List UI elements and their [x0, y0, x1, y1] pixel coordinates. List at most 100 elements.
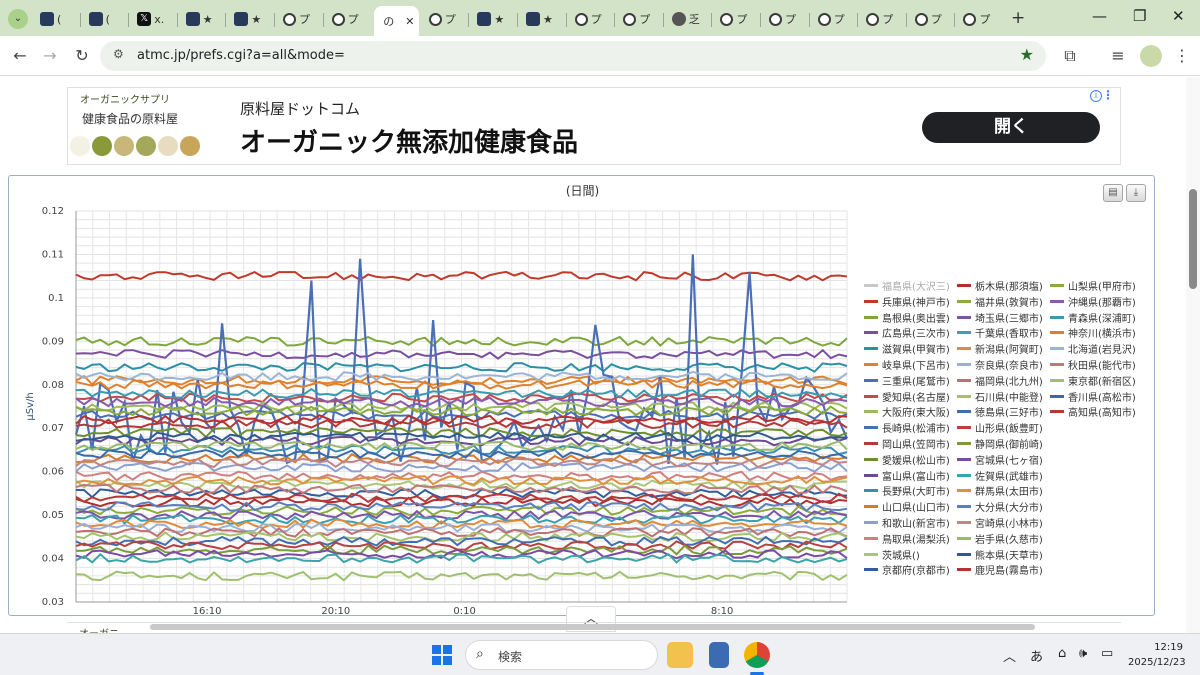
legend-entry[interactable]: 和歌山(新宮市) — [864, 515, 950, 530]
legend-entry[interactable]: 愛媛県(松山市) — [864, 452, 950, 467]
browser-tab[interactable]: ★ — [180, 6, 225, 32]
legend-entry[interactable]: 香川県(高松市) — [1050, 389, 1136, 404]
browser-tab[interactable]: ( — [34, 6, 79, 32]
vertical-scrollbar[interactable] — [1186, 77, 1200, 633]
restore-icon[interactable]: ❐ — [1133, 7, 1146, 25]
legend-entry[interactable]: 愛知県(名古屋) — [864, 389, 950, 404]
legend-entry[interactable]: 山形県(飯豊町) — [957, 420, 1043, 435]
legend-entry[interactable]: 大阪府(東大阪) — [864, 404, 950, 419]
browser-tab[interactable]: 乏 — [666, 6, 711, 32]
browser-tab[interactable]: プ — [617, 6, 662, 32]
legend-entry[interactable]: 福岡県(北九州) — [957, 373, 1043, 388]
start-button[interactable] — [432, 645, 452, 665]
browser-tab[interactable]: プ — [860, 6, 905, 32]
file-explorer-icon[interactable] — [667, 642, 693, 668]
reading-list-icon[interactable]: ≡ — [1106, 44, 1130, 68]
browser-tab[interactable]: プ — [277, 6, 322, 32]
legend-entry[interactable]: 長野県(大町市) — [864, 483, 950, 498]
legend-entry[interactable]: 静岡県(御前崎) — [957, 436, 1043, 451]
tab-close-icon[interactable]: ✕ — [405, 15, 414, 28]
tray-chevron-icon[interactable]: ︿ — [1003, 646, 1016, 665]
reload-button[interactable]: ↻ — [70, 44, 94, 68]
browser-tab[interactable]: 𝕏x. — [131, 6, 176, 32]
omnibox[interactable]: ⚙ atmc.jp/prefs.cgi?a=all&mode= ★ — [100, 41, 1046, 71]
browser-tab[interactable]: プ — [714, 6, 759, 32]
legend-entry[interactable]: 東京都(新宿区) — [1050, 373, 1136, 388]
legend-entry[interactable]: 栃木県(那須塩) — [957, 278, 1043, 293]
tab-search-button[interactable]: ⌄ — [8, 9, 28, 29]
chrome-icon[interactable] — [744, 642, 770, 668]
legend-entry[interactable]: 高知県(高知市) — [1050, 404, 1136, 419]
legend-entry[interactable]: 岡山県(笠岡市) — [864, 436, 950, 451]
new-tab-button[interactable]: + — [1011, 8, 1025, 28]
legend-entry[interactable]: 岐阜県(下呂市) — [864, 357, 950, 372]
browser-tab[interactable]: プ — [812, 6, 857, 32]
advertisement-banner[interactable]: オーガニックサプリ 健康食品の原料屋 原料屋ドットコム オーガニック無添加健康食… — [67, 87, 1121, 165]
browser-tab[interactable]: ★ — [228, 6, 273, 32]
legend-entry[interactable]: 山口県(山口市) — [864, 499, 950, 514]
ime-indicator[interactable]: あ — [1030, 646, 1043, 665]
legend-entry[interactable]: 千葉県(香取市) — [957, 325, 1043, 340]
legend-entry[interactable]: 島根県(奥出雲) — [864, 310, 950, 325]
legend-entry[interactable]: 北海道(岩見沢) — [1050, 341, 1136, 356]
extensions-icon[interactable]: ⧉ — [1058, 44, 1082, 68]
legend-entry[interactable]: 鳥取県(湯梨浜) — [864, 531, 950, 546]
legend-entry[interactable]: 兵庫県(神戸市) — [864, 294, 950, 309]
notepad-icon[interactable] — [709, 642, 729, 668]
legend-entry[interactable]: 富山県(富山市) — [864, 468, 950, 483]
legend-entry[interactable]: 奈良県(奈良市) — [957, 357, 1043, 372]
site-settings-icon[interactable]: ⚙ — [113, 47, 124, 61]
legend-entry[interactable]: 大分県(大分市) — [957, 499, 1043, 514]
legend-entry[interactable]: 新潟県(阿賀町) — [957, 341, 1043, 356]
legend-entry[interactable]: 京都府(京都市) — [864, 562, 950, 577]
ad-more-icon[interactable]: ⋮ — [1102, 88, 1114, 102]
legend-entry[interactable]: 熊本県(天草市) — [957, 547, 1043, 562]
menu-icon[interactable]: ⋮ — [1170, 44, 1194, 68]
print-button[interactable]: ▤ — [1103, 184, 1123, 202]
legend-entry[interactable]: 鹿児島(霧島市) — [957, 562, 1043, 577]
legend-entry[interactable]: 秋田県(能代市) — [1050, 357, 1136, 372]
download-button[interactable]: ⤓ — [1126, 184, 1146, 202]
taskbar-search[interactable]: ⌕ 検索 — [465, 640, 658, 670]
legend-entry[interactable]: 埼玉県(三郷市) — [957, 310, 1043, 325]
browser-tab[interactable]: ★ — [471, 6, 516, 32]
browser-tab[interactable]: プ — [957, 6, 1002, 32]
legend-entry[interactable]: 徳島県(三好市) — [957, 404, 1043, 419]
browser-tab[interactable]: の ✕ — [374, 6, 419, 36]
battery-icon[interactable]: ▭ — [1101, 646, 1113, 661]
back-button[interactable]: ← — [8, 44, 32, 68]
legend-entry[interactable]: 広島県(三次市) — [864, 325, 950, 340]
minimize-icon[interactable]: — — [1092, 7, 1107, 25]
legend-entry[interactable]: 群馬県(太田市) — [957, 483, 1043, 498]
browser-tab[interactable]: プ — [423, 6, 468, 32]
legend-entry[interactable]: 福島県(大沢三) — [864, 278, 950, 293]
legend-entry[interactable]: 宮城県(七ヶ宿) — [957, 452, 1043, 467]
network-icon[interactable]: ⌂ — [1058, 646, 1066, 661]
legend-entry[interactable]: 青森県(深浦町) — [1050, 310, 1136, 325]
legend-entry[interactable]: 宮崎県(小林市) — [957, 515, 1043, 530]
legend-entry[interactable]: 山梨県(甲府市) — [1050, 278, 1136, 293]
browser-tab[interactable]: ★ — [520, 6, 565, 32]
ad-info-icon[interactable]: i — [1090, 90, 1102, 102]
horizontal-scrollbar[interactable] — [150, 624, 1035, 630]
url-text[interactable]: atmc.jp/prefs.cgi?a=all&mode= — [137, 48, 345, 63]
legend-entry[interactable]: 滋賀県(甲賀市) — [864, 341, 950, 356]
profile-avatar[interactable] — [1140, 45, 1162, 67]
browser-tab[interactable]: ( — [83, 6, 128, 32]
close-window-icon[interactable]: ✕ — [1172, 7, 1185, 25]
browser-tab[interactable]: プ — [326, 6, 371, 32]
ad-open-button[interactable]: 開く — [922, 112, 1100, 143]
browser-tab[interactable]: プ — [763, 6, 808, 32]
forward-button[interactable]: → — [38, 44, 62, 68]
browser-tab[interactable]: プ — [909, 6, 954, 32]
browser-tab[interactable]: プ — [569, 6, 614, 32]
bookmark-star-icon[interactable]: ★ — [1020, 45, 1034, 64]
legend-entry[interactable]: 福井県(敦賀市) — [957, 294, 1043, 309]
legend-entry[interactable]: 茨城県() — [864, 547, 920, 562]
volume-icon[interactable]: 🕪 — [1079, 646, 1087, 661]
system-clock[interactable]: 12:19 2025/12/23 — [1128, 640, 1186, 670]
legend-entry[interactable]: 佐賀県(武雄市) — [957, 468, 1043, 483]
legend-entry[interactable]: 神奈川(横浜市) — [1050, 325, 1136, 340]
scrollbar-thumb[interactable] — [1189, 189, 1197, 289]
legend-entry[interactable]: 岩手県(久慈市) — [957, 531, 1043, 546]
